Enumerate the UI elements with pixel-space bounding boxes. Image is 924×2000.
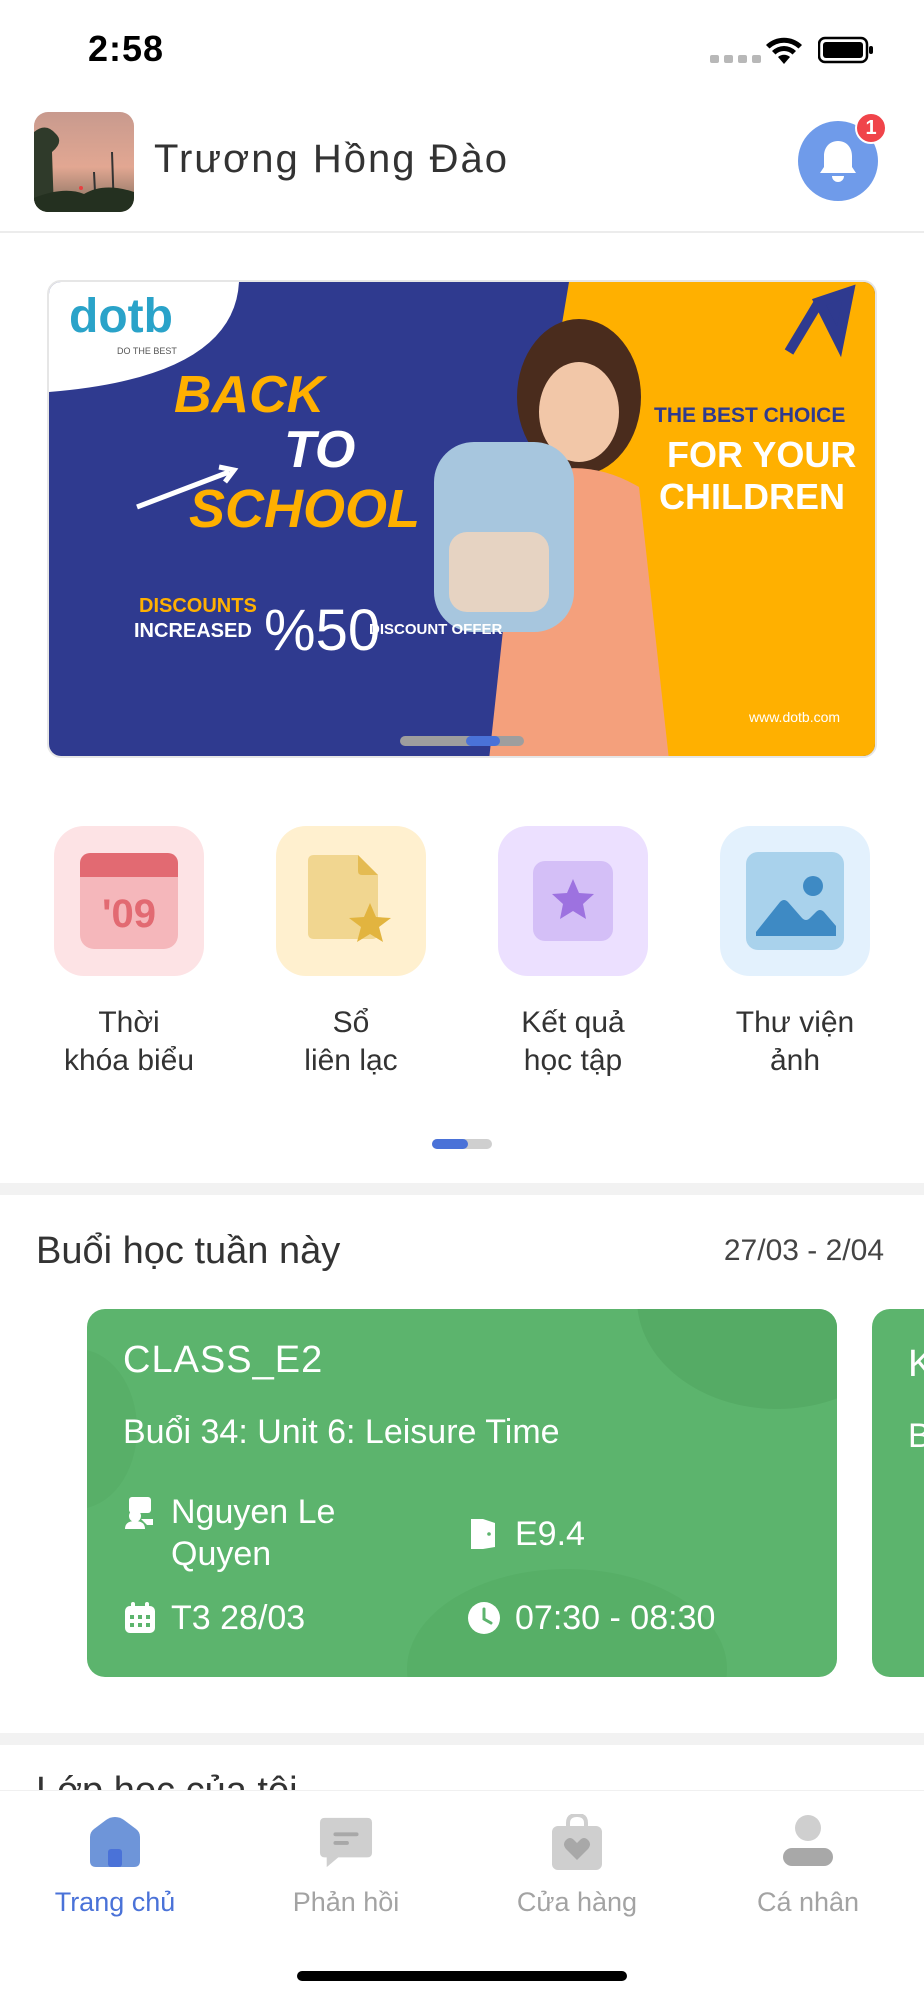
nav-label: Trang chủ — [54, 1887, 176, 1917]
feature-label: Thư viện ảnh — [735, 1006, 855, 1077]
my-classes-title: Lớp học của tôi — [36, 1770, 298, 1790]
feature-pagination — [432, 1139, 492, 1149]
teacher-icon — [125, 1497, 153, 1529]
banner-discount-2: INCREASED — [134, 620, 252, 642]
feature-label: Sổ liên lạc — [304, 1006, 398, 1077]
star-card-icon — [533, 861, 613, 941]
nav-profile[interactable]: Cá nhân — [708, 1815, 908, 1918]
notification-badge: 1 — [855, 112, 887, 144]
next-class-name: K — [908, 1343, 924, 1385]
next-lesson-title: B — [908, 1417, 924, 1455]
banner-logo: dotb — [69, 290, 173, 343]
app-header: Trương Hồng Đào — [0, 105, 924, 233]
home-icon — [90, 1817, 140, 1867]
class-name: CLASS_E2 — [123, 1339, 324, 1381]
bell-icon — [820, 141, 856, 182]
nav-label: Cá nhân — [756, 1887, 860, 1917]
cellular-signal-icon — [710, 55, 761, 63]
room-info: E9.4 — [467, 1513, 585, 1555]
user-name: Trương Hồng Đào — [154, 137, 509, 181]
date-info: T3 28/03 — [123, 1597, 305, 1639]
feature-tile — [720, 826, 870, 976]
nav-feedback[interactable]: Phản hồi — [246, 1815, 446, 1918]
feature-label: Thời khóa biểu — [63, 1006, 195, 1077]
banner-discount-1: DISCOUNTS — [139, 595, 257, 617]
nav-home[interactable]: Trang chủ — [15, 1815, 215, 1918]
banner-headline-3: SCHOOL — [189, 479, 420, 539]
banner-pagination — [400, 736, 524, 746]
battery-icon — [818, 36, 873, 64]
feature-tile — [276, 826, 426, 976]
banner-website: www.dotb.com — [748, 709, 840, 725]
avatar[interactable] — [34, 112, 134, 212]
teacher-info: Nguyen Le Quyen — [123, 1491, 335, 1575]
door-icon — [471, 1519, 495, 1549]
banner-discount-offer: DISCOUNT OFFER — [369, 621, 502, 638]
feature-contact-book[interactable]: Sổ liên lạc — [251, 826, 451, 1080]
status-time: 2:58 — [88, 28, 165, 69]
calendar-icon — [125, 1602, 155, 1633]
user-icon — [783, 1815, 833, 1866]
lesson-title: Buổi 34: Unit 6: Leisure Time — [123, 1413, 560, 1451]
section-divider — [0, 1183, 924, 1195]
calendar-icon: '09 — [80, 853, 178, 949]
bottom-navigation: Trang chủ Phản hồi Cửa hàng Cá nhân — [0, 1790, 924, 2000]
home-indicator — [297, 1971, 627, 1981]
nav-label: Phản hồi — [292, 1887, 400, 1917]
feature-study-results[interactable]: Kết quả học tập — [473, 826, 673, 1080]
feature-shortcuts: '09 Thời khóa biểu Sổ liên lạc Kết quả học … — [0, 826, 924, 1096]
feature-label: Kết quả học tập — [521, 1006, 625, 1077]
banner-headline-1: BACK — [174, 366, 328, 424]
banner-discount-value: %50 — [264, 598, 380, 663]
banner-slogan-2: FOR YOUR — [667, 434, 856, 475]
clock-icon — [468, 1602, 500, 1634]
banner-slogan-3: CHILDREN — [659, 476, 845, 517]
feature-photo-library[interactable]: Thư viện ảnh — [695, 826, 895, 1080]
image-icon — [746, 852, 844, 950]
feature-tile: '09 — [54, 826, 204, 976]
feature-timetable[interactable]: '09 Thời khóa biểu — [29, 826, 229, 1080]
banner-headline-2: TO — [284, 421, 355, 479]
svg-text:'09: '09 — [102, 892, 156, 936]
feature-tile — [498, 826, 648, 976]
weekly-date-range: 27/03 - 2/04 — [723, 1234, 884, 1267]
time-info: 07:30 - 08:30 — [467, 1597, 715, 1639]
document-star-icon — [308, 855, 391, 942]
wifi-icon — [766, 37, 802, 64]
shopping-bag-icon — [552, 1814, 602, 1870]
lesson-card-next[interactable]: K B — [872, 1309, 924, 1677]
banner-slogan-small: THE BEST CHOICE — [654, 404, 845, 427]
status-bar: 2:58 — [0, 0, 924, 100]
weekly-lessons-title: Buổi học tuần này — [36, 1230, 341, 1272]
lesson-card[interactable]: CLASS_E2 Buổi 34: Unit 6: Leisure Time N… — [87, 1309, 837, 1677]
chat-icon — [319, 1817, 373, 1868]
banner-logo-tagline: DO THE BEST — [117, 346, 177, 356]
promo-banner[interactable]: dotb DO THE BEST BACK TO SCHOOL DISCOUNT… — [47, 280, 877, 758]
section-divider — [0, 1733, 924, 1745]
nav-label: Cửa hàng — [516, 1887, 638, 1917]
nav-store[interactable]: Cửa hàng — [477, 1814, 677, 1918]
